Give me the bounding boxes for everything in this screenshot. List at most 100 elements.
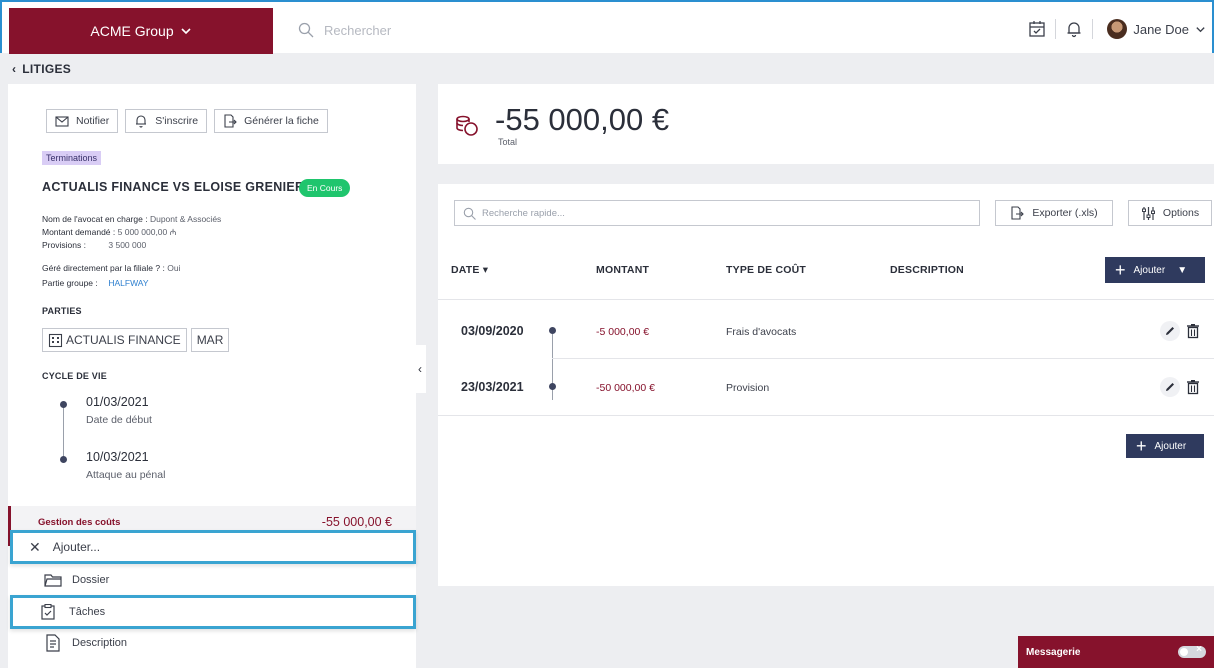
building-icon xyxy=(48,333,63,347)
field-lawyer: Nom de l'avocat en charge : Dupont & Ass… xyxy=(42,214,221,224)
field-value: Dupont & Associés xyxy=(149,214,222,224)
options-button[interactable]: Options xyxy=(1128,200,1212,226)
menu-dossier[interactable]: Dossier xyxy=(44,571,109,589)
row-divider xyxy=(438,415,1214,416)
field-label: Partie groupe : xyxy=(42,278,98,288)
quick-search-input[interactable]: Recherche rapide... xyxy=(454,200,980,226)
group-party-link[interactable]: HALFWAY xyxy=(108,278,148,288)
generate-label: Générer la fiche xyxy=(244,115,319,127)
row-amount: -50 000,00 € xyxy=(596,382,655,394)
chevron-left-icon: ‹ xyxy=(418,362,422,376)
close-icon[interactable]: ✕ xyxy=(29,539,41,556)
lifecycle-date: 01/03/2021 xyxy=(86,395,149,409)
menu-label: Description xyxy=(72,637,128,649)
edit-button[interactable] xyxy=(1160,377,1180,397)
add-label: Ajouter xyxy=(1154,440,1187,452)
bell-icon xyxy=(136,115,147,128)
field-group-party: Partie groupe : HALFWAY xyxy=(42,278,149,288)
dropdown-arrow-icon[interactable]: ▼ xyxy=(1177,265,1187,276)
column-header-amount[interactable]: MONTANT xyxy=(596,264,649,276)
avatar xyxy=(1107,19,1128,39)
case-category-tag: Terminations xyxy=(42,151,102,165)
column-header-date[interactable]: DATE ▾ xyxy=(451,264,488,276)
export-xls-button[interactable]: Exporter (.xls) xyxy=(995,200,1113,226)
row-amount: -5 000,00 € xyxy=(596,326,650,338)
party-chip[interactable]: MAR xyxy=(190,328,230,352)
user-menu[interactable]: Jane Doe xyxy=(1093,19,1206,39)
timeline-dot xyxy=(60,456,67,463)
chevron-left-icon: ‹ xyxy=(12,62,17,76)
column-header-description[interactable]: DESCRIPTION xyxy=(890,264,964,276)
row-type: Frais d'avocats xyxy=(726,326,797,338)
breadcrumb-label: LITIGES xyxy=(22,62,72,76)
case-detail-panel: Notifier S'inscrire Générer la fiche Ter… xyxy=(8,84,416,668)
search-placeholder: Rechercher xyxy=(324,22,392,38)
global-search[interactable]: Rechercher xyxy=(298,22,391,38)
column-header-type[interactable]: TYPE DE COÛT xyxy=(726,264,806,276)
field-label: Nom de l'avocat en charge : xyxy=(42,214,148,224)
edit-button[interactable] xyxy=(1160,321,1180,341)
timeline-line xyxy=(63,404,64,459)
search-icon xyxy=(463,207,476,220)
parties-heading: PARTIES xyxy=(42,306,82,316)
row-type: Provision xyxy=(726,382,770,394)
total-label: Total xyxy=(498,137,518,147)
chevron-down-icon xyxy=(1196,26,1205,32)
notify-button[interactable]: Notifier xyxy=(46,109,119,133)
add-cost-button[interactable]: + Ajouter ▼ xyxy=(1105,257,1205,283)
export-document-icon xyxy=(1011,206,1025,220)
case-actions: Notifier S'inscrire Générer la fiche xyxy=(46,109,328,133)
notifications-button[interactable] xyxy=(1056,20,1092,38)
field-provisions: Provisions : 3 500 000 xyxy=(42,240,146,250)
lifecycle-date: 10/03/2021 xyxy=(86,450,149,464)
lifecycle-label: Date de début xyxy=(86,414,152,426)
search-icon xyxy=(298,22,314,38)
status-badge: En Cours xyxy=(299,179,351,197)
messaging-widget[interactable]: Messagerie xyxy=(1018,636,1214,668)
menu-description[interactable]: Description xyxy=(44,634,127,652)
field-label: Provisions : xyxy=(42,240,86,250)
add-cost-bottom-button[interactable]: + Ajouter xyxy=(1126,434,1204,458)
header-label: DATE xyxy=(451,264,480,276)
export-document-icon xyxy=(224,114,237,128)
top-right-actions: Jane Doe xyxy=(1019,14,1206,44)
delete-button[interactable] xyxy=(1185,378,1201,396)
row-date: 23/03/2021 xyxy=(461,380,524,394)
total-amount: -55 000,00 € xyxy=(495,102,670,137)
add-label: Ajouter xyxy=(1133,264,1166,276)
org-selector[interactable]: ACME Group xyxy=(9,8,273,54)
timeline-dot xyxy=(549,327,556,334)
row-date: 03/09/2020 xyxy=(461,324,524,338)
field-value: 5 000 000,00 ₼ xyxy=(117,227,177,237)
trash-icon xyxy=(1187,324,1199,339)
messaging-toggle[interactable] xyxy=(1178,644,1206,658)
field-value: Oui xyxy=(167,263,181,273)
collapse-panel-button[interactable]: ‹ xyxy=(414,345,426,393)
user-name: Jane Doe xyxy=(1133,21,1189,37)
add-section-menu[interactable]: ✕ Ajouter... xyxy=(10,530,416,564)
plus-icon: + xyxy=(1136,436,1147,456)
bell-icon xyxy=(1067,22,1081,38)
options-label: Options xyxy=(1162,207,1200,219)
delete-button[interactable] xyxy=(1185,322,1201,340)
case-title: ACTUALIS FINANCE VS ELOISE GRENIER xyxy=(42,180,305,194)
field-label: Montant demandé : xyxy=(42,227,116,237)
subscribe-button[interactable]: S'inscrire xyxy=(125,109,208,133)
generate-sheet-button[interactable]: Générer la fiche xyxy=(214,109,328,133)
total-card: -55 000,00 € Total xyxy=(438,84,1214,164)
org-name: ACME Group xyxy=(90,23,174,39)
calendar-button[interactable] xyxy=(1019,20,1055,38)
timeline-dot xyxy=(549,383,556,390)
breadcrumb[interactable]: ‹ LITIGES xyxy=(12,62,71,76)
table-row[interactable]: 03/09/2020 -5 000,00 € Frais d'avocats xyxy=(438,302,1214,358)
menu-taches[interactable]: Tâches xyxy=(10,595,416,629)
table-header: DATE ▾ MONTANT TYPE DE COÛT DESCRIPTION … xyxy=(438,240,1214,300)
table-row[interactable]: 23/03/2021 -50 000,00 € Provision xyxy=(438,358,1214,414)
cost-label: Gestion des coûts xyxy=(38,517,121,528)
party-chip[interactable]: ACTUALIS FINANCE xyxy=(42,328,187,352)
sliders-icon xyxy=(1141,206,1155,220)
chevron-down-icon xyxy=(181,28,191,35)
subscribe-label: S'inscrire xyxy=(155,115,199,127)
field-label: Géré directement par la filiale ? : xyxy=(42,263,165,273)
field-subsidiary: Géré directement par la filiale ? : Oui xyxy=(42,263,180,273)
